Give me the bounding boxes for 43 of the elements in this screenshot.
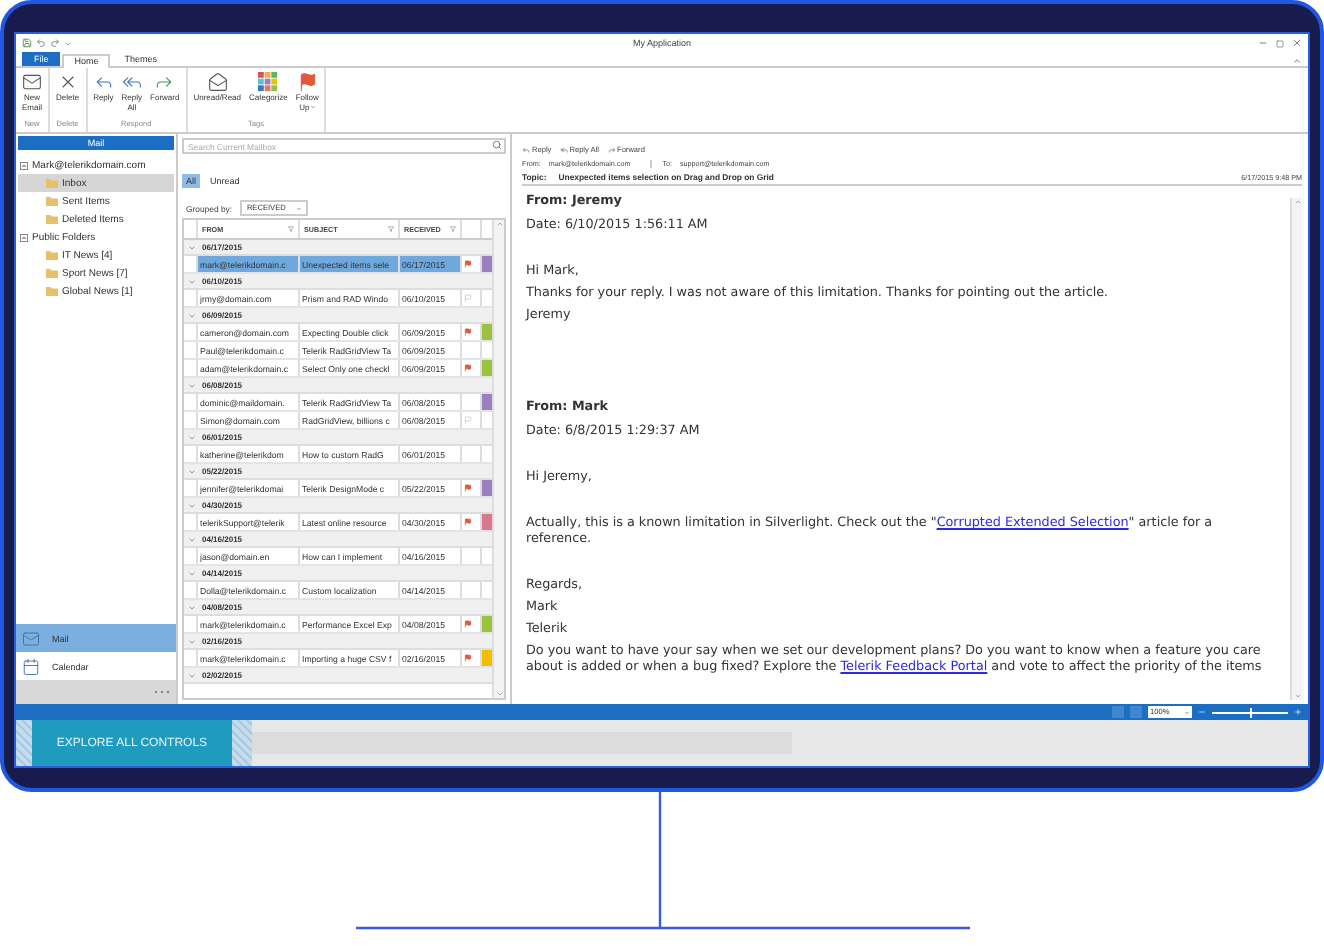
flag-icon [464,654,472,662]
filter-icon[interactable] [388,226,394,232]
forward-icon [607,146,615,154]
scrollbar[interactable] [492,220,504,698]
minimize-icon[interactable] [1258,38,1268,48]
pattern-strip [232,720,252,766]
flag-icon [464,260,472,268]
search-icon [492,140,502,150]
scrollbar[interactable] [252,732,792,754]
calendar-icon [22,657,40,675]
filter-icon[interactable] [450,226,456,232]
flag-icon [464,416,472,424]
flag-icon [464,484,472,492]
reply-icon [93,72,114,92]
open-envelope-icon [207,72,228,92]
pattern-strip [16,720,32,766]
mail-icon [22,72,42,92]
flag-cell[interactable] [462,290,482,306]
flag-icon [464,518,472,526]
flag-icon [464,328,472,336]
maximize-icon[interactable] [1276,39,1284,47]
mail-icon [22,629,40,647]
flag-icon [464,364,472,372]
undo-icon[interactable] [36,38,46,48]
zoom-out-icon[interactable] [1198,708,1206,716]
save-icon[interactable] [22,38,32,48]
filter-icon[interactable] [288,226,294,232]
categories-icon [258,72,279,92]
flag-icon [464,294,472,302]
flag-cell[interactable] [462,412,482,428]
delete-icon [57,72,78,92]
reply-all-icon [121,72,142,92]
zoom-in-icon[interactable] [1294,708,1302,716]
scrollbar[interactable] [1290,198,1302,700]
reply-icon [522,146,530,154]
flag-icon [464,620,472,628]
collapse-icon[interactable] [20,233,28,241]
forward-icon [154,72,175,92]
flag-icon [297,72,318,92]
redo-icon[interactable] [50,38,60,48]
reply-all-icon [559,146,568,154]
collapse-icon[interactable] [20,161,28,169]
collapse-ribbon-icon[interactable] [1292,56,1302,66]
